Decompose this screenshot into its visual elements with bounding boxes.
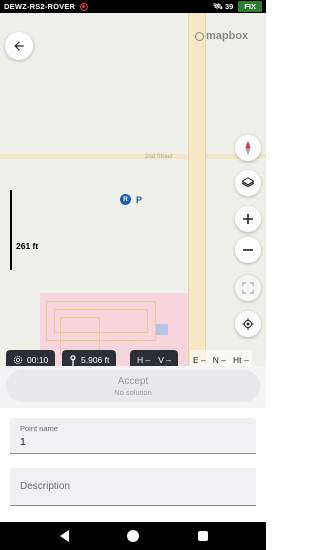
satellite-icon: 🛰 [212, 2, 223, 11]
height: Ht – [233, 355, 249, 365]
compass-icon [245, 141, 251, 155]
h-accuracy: H – [137, 355, 151, 365]
antenna-icon [70, 354, 76, 366]
timer-chip[interactable]: 00:10 [6, 350, 56, 366]
zoom-out-button[interactable] [235, 237, 261, 263]
record-icon [80, 2, 89, 11]
system-nav-bar [0, 522, 266, 550]
device-name: DEWZ-RS2-ROVER [4, 2, 76, 11]
satellite-count: 39 [224, 2, 234, 11]
point-name-value[interactable]: 1 [20, 436, 26, 448]
gear-icon [13, 355, 23, 365]
building-block [156, 324, 168, 335]
my-location-button[interactable] [235, 311, 261, 337]
accept-sublabel: No solution [114, 387, 152, 397]
poi-label: P [136, 194, 143, 205]
poi-marker[interactable]: R P [120, 194, 142, 205]
easting: E – [193, 355, 206, 365]
nav-back-icon[interactable] [60, 530, 69, 542]
zoom-in-icon [243, 214, 253, 224]
compass-button[interactable] [235, 135, 261, 161]
antenna-height-chip[interactable]: 5.906 ft [62, 350, 117, 366]
zoom-out-icon [243, 249, 253, 251]
fullscreen-icon [242, 282, 254, 294]
antenna-height-value: 5.906 ft [81, 355, 110, 365]
timer-value: 00:10 [27, 355, 49, 365]
point-form: Point name 1 Description [0, 408, 266, 522]
mapbox-icon [195, 31, 204, 41]
description-placeholder: Description [20, 481, 71, 492]
point-name-label: Point name [20, 424, 58, 433]
description-field[interactable]: Description [10, 468, 256, 506]
layers-icon [241, 177, 255, 188]
mapbox-logo: mapbox [195, 30, 248, 42]
coordinates-readout: E – N – Ht – [190, 350, 252, 366]
street-vertical [188, 13, 206, 366]
back-button[interactable] [5, 32, 33, 60]
nav-home-icon[interactable] [127, 530, 139, 542]
map-view[interactable]: 2nd Street mapbox R P 261 ft 00:10 5.906… [0, 13, 266, 366]
scale-label: 261 ft [16, 241, 39, 251]
back-arrow-icon [14, 41, 24, 51]
street-label: 2nd Street [145, 154, 173, 160]
accept-label: Accept [117, 375, 149, 387]
v-accuracy: V – [158, 355, 172, 365]
scale-bar [10, 190, 12, 270]
zoom-in-button[interactable] [235, 206, 261, 232]
fullscreen-button[interactable] [235, 275, 261, 301]
accuracy-chip[interactable]: H – V – [130, 350, 179, 366]
nav-recents-icon[interactable] [198, 531, 208, 541]
point-name-field[interactable]: Point name 1 [10, 418, 256, 454]
northing: N – [212, 355, 227, 365]
street-horizontal [0, 154, 266, 159]
bottom-panel: Accept No solution Point name 1 Descript… [0, 366, 266, 522]
layers-button[interactable] [235, 170, 261, 196]
poi-pin-icon: R [120, 194, 131, 205]
my-location-icon [242, 318, 254, 330]
accept-button[interactable]: Accept No solution [6, 370, 260, 402]
fix-status-badge: FIX [238, 1, 262, 12]
status-bar: DEWZ-RS2-ROVER 🛰 39 FIX [0, 0, 266, 13]
